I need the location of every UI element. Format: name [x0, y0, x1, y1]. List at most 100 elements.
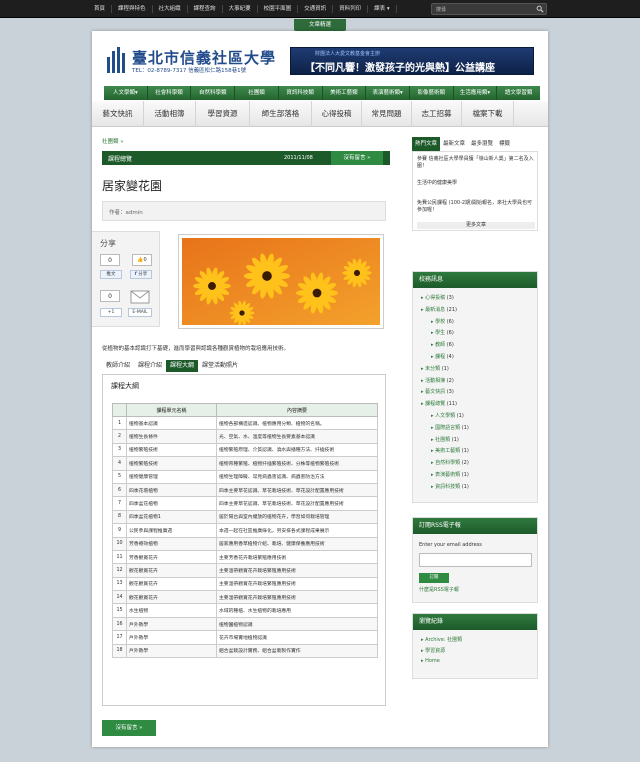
- topnav-campus-map[interactable]: 校園平面圖: [258, 5, 299, 13]
- category-item[interactable]: 未分類 (1): [421, 365, 449, 372]
- nav-languages[interactable]: 語文學習類: [497, 86, 540, 100]
- category-label[interactable]: 課程總覽: [108, 154, 132, 163]
- tab-teacher[interactable]: 教師介紹: [102, 360, 134, 372]
- rss-label: Enter your email address: [419, 542, 482, 548]
- subnav-downloads[interactable]: 檔案下載: [462, 101, 514, 127]
- tab-course-intro[interactable]: 課程介紹: [134, 360, 166, 372]
- category-link[interactable]: 學生: [435, 330, 445, 336]
- category-item[interactable]: 自然科學類 (2): [431, 459, 469, 466]
- ad-banner[interactable]: 財團法人大愛文教基金會主辦 【不同凡響！激發孩子的光與熱】公益講座: [290, 47, 534, 75]
- category-item[interactable]: 美術工藝類 (1): [431, 447, 469, 454]
- tab-popular[interactable]: 熱門文章: [412, 137, 441, 151]
- search-icon[interactable]: [536, 5, 544, 13]
- topnav-print[interactable]: 資料列印: [333, 5, 369, 13]
- browse-item-label[interactable]: 學習資源: [425, 648, 445, 654]
- email-field[interactable]: [419, 553, 532, 567]
- subnav-submissions[interactable]: 心得投稿: [312, 101, 362, 127]
- subnav-resources[interactable]: 學習資源: [196, 101, 250, 127]
- category-link[interactable]: 資訊科技類: [435, 484, 460, 490]
- search-box[interactable]: 搜尋: [431, 3, 547, 15]
- category-link[interactable]: 國際語言類: [435, 425, 460, 431]
- topnav-schedule[interactable]: 課表 ▾: [368, 5, 397, 13]
- breadcrumb[interactable]: 社團類 »: [102, 137, 124, 145]
- tab-tags[interactable]: 標籤: [496, 137, 513, 151]
- topnav-history[interactable]: 大事紀要: [223, 5, 258, 13]
- email-button[interactable]: E-MAIL: [128, 308, 152, 317]
- category-link[interactable]: 學校: [435, 319, 445, 325]
- topnav-schedule-label: 課表: [374, 6, 386, 12]
- subnav-blogs[interactable]: 師生部落格: [250, 101, 312, 127]
- comments-link[interactable]: 沒有留言 »: [331, 151, 383, 165]
- category-link[interactable]: 社團類: [435, 437, 450, 443]
- nav-it[interactable]: 資訊科技類: [279, 86, 323, 100]
- search-input[interactable]: 搜尋: [436, 6, 446, 13]
- tab-photos[interactable]: 課堂活動照片: [198, 360, 242, 372]
- category-item[interactable]: 活動相簿 (2): [421, 377, 454, 384]
- category-item[interactable]: 心得投稿 (3): [421, 294, 454, 301]
- mail-icon[interactable]: [130, 290, 150, 304]
- category-item[interactable]: 國際語言類 (1): [431, 424, 469, 431]
- nav-humanities[interactable]: 人文學類▾: [104, 86, 148, 100]
- category-item[interactable]: 社團類 (1): [431, 436, 459, 443]
- site-logo[interactable]: 臺北市信義社區大學 TEL：02-8789-7317 信義區松仁路158巷1號: [106, 47, 286, 75]
- subnav-faq[interactable]: 常見問題: [362, 101, 412, 127]
- rss-help-link[interactable]: 什麼是RSS電子報: [419, 587, 537, 594]
- category-item[interactable]: 教師 (6): [431, 341, 454, 348]
- tab-most-viewed[interactable]: 最多瀏覽: [468, 137, 496, 151]
- category-item[interactable]: 人文學類 (1): [431, 412, 464, 419]
- nav-social-science[interactable]: 社會科學類: [148, 86, 192, 100]
- category-item[interactable]: 課程總覽 (11): [421, 400, 457, 407]
- google-plus-button[interactable]: +1: [100, 308, 122, 317]
- topnav-courses-features[interactable]: 課程與特色: [112, 5, 153, 13]
- category-link[interactable]: 課程總覽: [425, 401, 445, 407]
- category-link[interactable]: 美術工藝類: [435, 448, 460, 454]
- browse-item-archive[interactable]: Archive: 社團類: [421, 636, 462, 643]
- push-button[interactable]: 推文: [100, 270, 122, 279]
- popular-post-3[interactable]: 免費公民課程 (100-2期)開始報名，來社大學員也可參加喔！: [417, 200, 535, 213]
- browse-item-label[interactable]: Home: [425, 658, 440, 664]
- category-item[interactable]: 資訊科技類 (1): [431, 483, 469, 490]
- nav-life-applications[interactable]: 生活應用類▾: [454, 86, 498, 100]
- category-item[interactable]: 藝文快訊 (3): [421, 388, 454, 395]
- nav-performing-arts[interactable]: 表演藝術類▾: [366, 86, 410, 100]
- category-link[interactable]: 藝文快訊: [425, 389, 445, 395]
- subnav-arts-news[interactable]: 藝文快訊: [92, 101, 144, 127]
- category-link[interactable]: 未分類: [425, 366, 440, 372]
- topnav-organization[interactable]: 社大組織: [153, 5, 188, 13]
- category-item[interactable]: 學校 (6): [431, 318, 454, 325]
- tab-outline[interactable]: 課程大綱: [166, 360, 199, 372]
- category-link[interactable]: 心得投稿: [425, 295, 445, 301]
- popular-post-1[interactable]: 參賽 信義社區大學學員獲「嶺山新人獎」第二名及入圍！: [417, 156, 535, 169]
- nav-image-arts[interactable]: 影像藝術類: [410, 86, 454, 100]
- subnav-volunteers[interactable]: 志工招募: [412, 101, 462, 127]
- nav-clubs[interactable]: 社團類: [235, 86, 279, 100]
- category-link[interactable]: 課程: [435, 354, 445, 360]
- category-item[interactable]: 學生 (6): [431, 329, 454, 336]
- category-link[interactable]: 自然科學類: [435, 460, 460, 466]
- topnav-traffic[interactable]: 交通資訊: [298, 5, 334, 13]
- browse-item-resources[interactable]: 學習資源: [421, 647, 445, 654]
- category-link[interactable]: 活動相簿: [425, 378, 445, 384]
- topnav-home[interactable]: 首頁: [88, 5, 113, 13]
- subnav-albums[interactable]: 活動相簿: [144, 101, 196, 127]
- nav-arts-crafts[interactable]: 美術工藝類: [323, 86, 367, 100]
- popular-post-2[interactable]: 生活中的健康美學: [417, 180, 535, 187]
- featured-tab[interactable]: 文章精選: [294, 19, 346, 31]
- no-comments-button[interactable]: 沒有留言 »: [102, 720, 156, 736]
- category-item[interactable]: 表演藝術類 (1): [431, 471, 469, 478]
- nav-natural-science[interactable]: 自然科學類: [191, 86, 236, 100]
- tab-latest[interactable]: 最新文章: [440, 137, 468, 151]
- category-link[interactable]: 表演藝術類: [435, 472, 460, 478]
- plusone-count: 0: [100, 290, 120, 302]
- category-item[interactable]: 課程 (4): [431, 353, 454, 360]
- subscribe-button[interactable]: 訂閱: [419, 573, 449, 583]
- browse-item-home[interactable]: Home: [421, 658, 440, 664]
- category-link[interactable]: 最新消息: [425, 307, 445, 313]
- category-link[interactable]: 教師: [435, 342, 445, 348]
- facebook-share-button[interactable]: f 分享: [130, 270, 152, 279]
- category-link[interactable]: 人文學類: [435, 413, 455, 419]
- category-item[interactable]: 最新消息 (21): [421, 306, 457, 313]
- browse-item-label[interactable]: Archive: 社團類: [425, 637, 462, 643]
- more-posts-link[interactable]: 更多文章: [417, 222, 535, 229]
- topnav-course-search[interactable]: 課程查詢: [188, 5, 223, 13]
